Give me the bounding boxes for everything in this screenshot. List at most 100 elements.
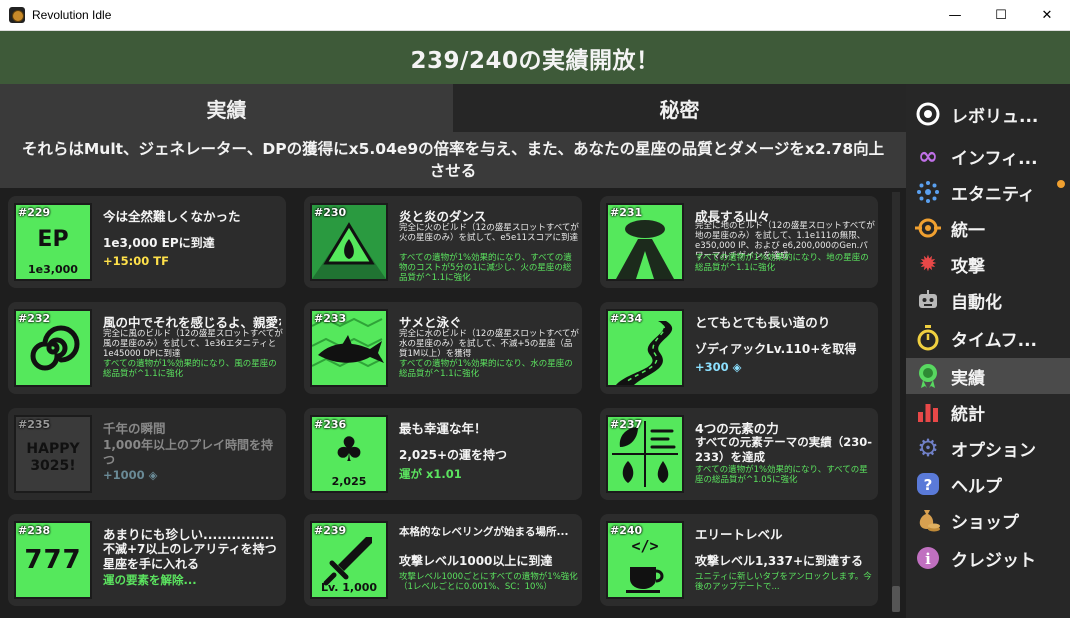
scrollbar-thumb[interactable]	[892, 586, 900, 612]
sidebar: レボリュ... ∞ インフィ... エタニティ 統一 ✹ 攻撃 自動化 タイムフ…	[906, 84, 1070, 618]
sidebar-item-credits[interactable]: i クレジット	[906, 540, 1070, 576]
sidebar-item-help[interactable]: ? ヘルプ	[906, 466, 1070, 502]
achievement-bonus: 攻撃レベル1000ごとにすべての遺物が1%強化（1レベルごとに0.001%、SC…	[399, 572, 578, 592]
sidebar-item-unity[interactable]: 統一	[906, 210, 1070, 246]
achievement-number: #236	[314, 418, 347, 431]
minimize-button[interactable]: —	[932, 0, 978, 31]
sidebar-item-attack[interactable]: ✹ 攻撃	[906, 246, 1070, 282]
window-titlebar: Revolution Idle — ☐ ✕	[0, 0, 1070, 31]
sidebar-item-label: レボリュ...	[951, 106, 1039, 127]
window-controls: — ☐ ✕	[932, 0, 1070, 31]
achievement-card[interactable]: #239 Lv. 1,000 本格的なレベリングが始まる場所... 攻撃レベル1…	[304, 514, 582, 606]
sidebar-item-eternity[interactable]: エタニティ	[906, 174, 1070, 210]
achievement-card-locked[interactable]: #235 HAPPY 3025! 千年の瞬間 1,000年以上のプレイ時間を持つ…	[8, 408, 286, 500]
achievement-bonus: すべての遺物が1%効果的になり、すべての星座の総品質が^1.05に強化	[695, 465, 868, 485]
achievement-reward: +15:00 TF	[103, 254, 169, 268]
achievement-number: #240	[610, 524, 643, 537]
achievement-description: 完全に水のビルド（12の盛星スロットすべてが水の星座のみ）を試して、不滅+5の星…	[399, 329, 579, 359]
code-coffee-icon: #240 </>	[606, 521, 684, 599]
achievement-number: #234	[610, 312, 643, 325]
spiral-icon: #232	[14, 309, 92, 387]
achievement-description: 不滅+7以上のレアリティを持つ星座を手に入れる	[103, 542, 277, 571]
achievement-card[interactable]: #231 成長する山々 完全に地のビルド（12の盛星スロットすべてが地の星座のみ…	[600, 196, 878, 288]
achievement-number: #229	[18, 206, 51, 219]
achievement-card[interactable]: #236 ♣ 2,025 最も幸運な年！ 2,025+の運を持つ 運が x1.0…	[304, 408, 582, 500]
close-button[interactable]: ✕	[1024, 0, 1070, 31]
achievement-bonus: すべての遺物が1%効果的になり、地の星座の総品質が^1.1に強化	[695, 253, 869, 273]
icon-caption: Lv. 1,000	[320, 581, 378, 594]
maximize-button[interactable]: ☐	[978, 0, 1024, 31]
achievement-number: #235	[18, 418, 51, 431]
achievement-description: 攻撃レベル1,337+に到達する	[695, 554, 864, 568]
achievement-card[interactable]: #238 777 あまりにも珍しい............... 不滅+7以上の…	[8, 514, 286, 606]
achievement-bonus: ユニティに新しいタブをアンロックします。今後のアップデートで...	[695, 572, 872, 592]
achievement-card[interactable]: #240 </> エリートレベル 攻撃レベル1,337+に到達する ユニティに新…	[600, 514, 878, 606]
achievement-description: 2,025+の運を持つ	[399, 448, 508, 462]
sidebar-item-label: オプション	[951, 440, 1036, 461]
info-icon: i	[915, 545, 941, 571]
sidebar-item-label: エタニティ	[951, 184, 1035, 205]
achievement-description: 完全に火のビルド（12の盛星スロットすべてが火の星座のみ）を試して、e5e11ス…	[399, 223, 579, 243]
achievement-banner: 239/240の実績開放！	[0, 31, 1070, 84]
gem-icon: ◈	[148, 468, 158, 482]
elements-icon: #237	[606, 415, 684, 493]
tab-bar: 実績 秘密	[0, 84, 906, 132]
app-icon	[9, 7, 25, 23]
achievement-description: すべての元素テーマの実績（230-233）を達成	[695, 435, 873, 464]
achievement-reward: +300 ◈	[695, 360, 875, 374]
achievement-number: #231	[610, 206, 643, 219]
achievement-card[interactable]: #237 4つの元素の力 すべての元素テーマの実績（230-233）を達成 すべ…	[600, 408, 878, 500]
icon-caption: 1e3,000	[28, 263, 78, 276]
achievement-title: エリートレベル	[695, 527, 783, 542]
shark-icon: #233	[310, 309, 388, 387]
gear-icon: ⚙	[917, 434, 939, 462]
achievement-title: とてもとても長い道のり	[695, 315, 831, 330]
achievement-description: 1e3,000 EPに到達	[103, 236, 215, 250]
summary-text: それらはMult、ジェネレーター、DPの獲得にx5.04e9の倍率を与え、また、…	[21, 140, 885, 180]
volcano-icon: #231	[606, 203, 684, 281]
achievement-number: #233	[314, 312, 347, 325]
main-panel: 実績 秘密 それらはMult、ジェネレーター、DPの獲得にx5.04e9の倍率を…	[0, 84, 906, 618]
achievement-card[interactable]: #230 炎と炎のダンス 完全に火のビルド（12の盛星スロットすべてが火の星座の…	[304, 196, 582, 288]
window-title: Revolution Idle	[32, 8, 112, 22]
sidebar-item-label: 統一	[951, 220, 985, 241]
sidebar-item-automation[interactable]: 自動化	[906, 282, 1070, 318]
slot-icon: #238 777	[14, 521, 92, 599]
gem-icon: ◈	[732, 360, 742, 374]
sidebar-item-options[interactable]: ⚙ オプション	[906, 430, 1070, 466]
clover-icon: #236 ♣ 2,025	[310, 415, 388, 493]
icon-caption: 2,025	[331, 475, 367, 488]
sidebar-item-label: 実績	[951, 368, 985, 389]
achievement-grid[interactable]: #229 EP 1e3,000 今は全然難しくなかった 1e3,000 EPに到…	[0, 188, 906, 618]
eternity-icon	[915, 179, 941, 205]
achievement-reward: 運の要素を解除...	[103, 573, 197, 587]
achievement-card[interactable]: #229 EP 1e3,000 今は全然難しくなかった 1e3,000 EPに到…	[8, 196, 286, 288]
achievement-card[interactable]: #233 サメと泳ぐ 完全に水のビルド（12の盛星スロットすべてが水の星座のみ）…	[304, 302, 582, 394]
robot-icon	[915, 287, 941, 313]
achievement-reward: +1000 ◈	[103, 468, 283, 482]
achievement-card[interactable]: #232 風の中でそれを感じるよ、親愛なる 完全に風のビルド（12の盛星スロット…	[8, 302, 286, 394]
unity-icon	[915, 215, 941, 241]
sidebar-item-label: インフィ...	[951, 148, 1038, 169]
achievement-card[interactable]: #234 とてもとても長い道のり ゾディアックLv.110+を取得 +300 ◈	[600, 302, 878, 394]
reward-value: +1000	[103, 468, 145, 482]
sidebar-item-revolution[interactable]: レボリュ...	[906, 96, 1070, 132]
achievement-title: 今は全然難しくなかった	[103, 209, 241, 224]
sidebar-item-statistics[interactable]: 統計	[906, 394, 1070, 430]
reward-value: +300	[695, 360, 729, 374]
happy-text: HAPPY 3025!	[26, 441, 80, 474]
tab-secret[interactable]: 秘密	[453, 84, 906, 132]
infinity-icon: ∞	[918, 142, 938, 170]
achievement-bonus: すべての遺物が1%効果的になり、すべての遺物のコストが5分の1に減少し、火の星座…	[399, 253, 572, 283]
sidebar-item-time-flux[interactable]: タイムフ...	[906, 320, 1070, 356]
sidebar-item-infinity[interactable]: ∞ インフィ...	[906, 138, 1070, 174]
grid-scrollbar[interactable]	[892, 192, 900, 612]
sidebar-item-shop[interactable]: ショップ	[906, 502, 1070, 538]
achievement-count: 239/240の実績開放！	[410, 47, 660, 74]
money-bag-icon	[915, 507, 941, 533]
sidebar-item-achievements[interactable]: 実績	[906, 358, 1070, 394]
achievement-description: 完全に風のビルド（12の盛星スロットすべてが風の星座のみ）を試して、1e36エタ…	[103, 329, 283, 359]
tab-achievements[interactable]: 実績	[0, 84, 453, 132]
achievement-description: ゾディアックLv.110+を取得	[695, 342, 857, 356]
help-icon: ?	[915, 471, 941, 497]
